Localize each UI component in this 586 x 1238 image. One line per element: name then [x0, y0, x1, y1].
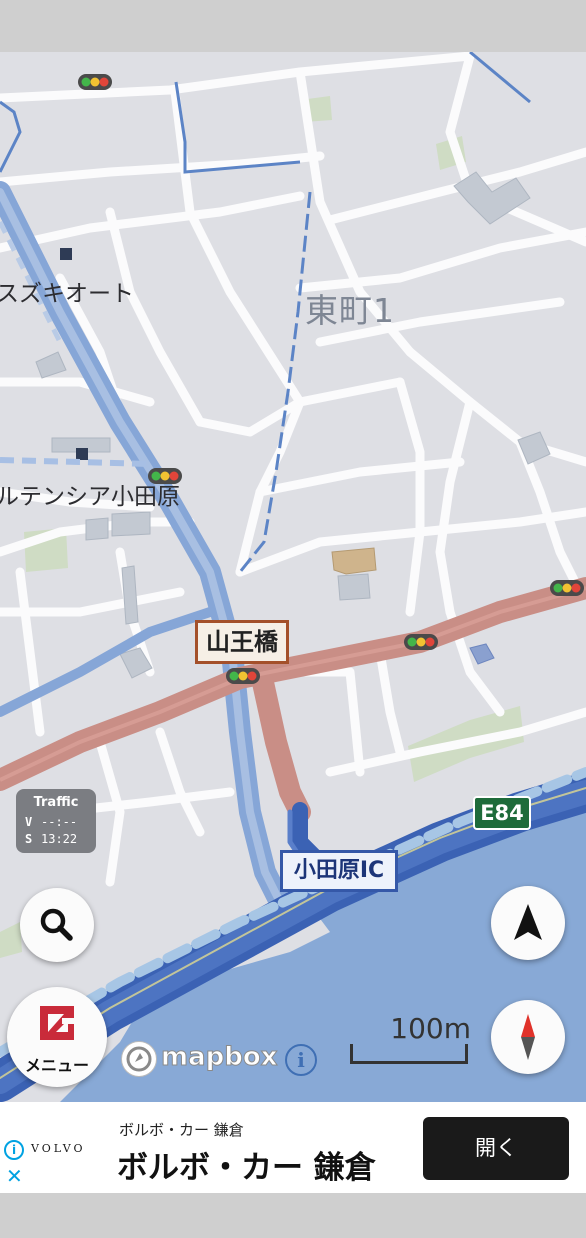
building	[111, 511, 151, 537]
navigation-arrow-icon	[514, 904, 542, 940]
scale-bar: 100m	[347, 1012, 471, 1072]
search-button[interactable]	[20, 888, 94, 962]
traffic-panel[interactable]: Traffic V --:-- S 13:22	[16, 789, 96, 853]
traffic-light-icon	[404, 634, 438, 650]
park-area	[0, 922, 22, 958]
local-road	[0, 377, 155, 407]
local-road	[295, 377, 405, 407]
major-road	[0, 577, 586, 791]
poi-label-hortensia[interactable]: ルテンシア小田原	[0, 477, 180, 511]
map-view[interactable]: 東町1 スズキオート ルテンシア小田原 山王橋 小田原IC E84 Traffi…	[0, 52, 586, 1102]
ad-headline: ボルボ・カー 鎌倉	[117, 1150, 376, 1186]
scale-label: 100m	[390, 1012, 471, 1045]
ad-info-icon[interactable]: i	[4, 1140, 24, 1160]
system-nav-bar	[0, 1193, 586, 1238]
traffic-s-value: 13:22	[41, 832, 78, 846]
building	[469, 643, 495, 665]
info-icon[interactable]: i	[285, 1044, 317, 1076]
ad-banner[interactable]: i ✕ VOLVO ボルボ・カー 鎌倉 ボルボ・カー 鎌倉 開く	[0, 1102, 586, 1193]
secondary-road	[0, 457, 151, 467]
menu-label: メニュー	[24, 1056, 89, 1075]
ad-brand-wordmark: VOLVO	[31, 1142, 86, 1155]
local-road	[295, 667, 365, 777]
mapbox-wordmark: mapbox	[161, 1042, 278, 1073]
mapbox-logo-icon	[121, 1041, 157, 1077]
local-road	[0, 52, 475, 103]
building	[85, 517, 109, 541]
local-road	[0, 191, 305, 253]
local-road	[95, 737, 125, 887]
building	[121, 565, 139, 625]
poi-marker	[76, 448, 88, 460]
traffic-s-row: S 13:22	[25, 832, 77, 846]
local-road	[255, 457, 465, 497]
status-bar	[0, 0, 586, 52]
local-road	[0, 151, 325, 187]
bridge-label: 山王橋	[195, 620, 289, 664]
stream	[469, 52, 531, 104]
ad-small-text: ボルボ・カー 鎌倉	[119, 1121, 244, 1139]
local-road	[155, 727, 205, 837]
traffic-v-value: --:--	[41, 815, 78, 829]
traffic-v-row: V --:--	[25, 815, 77, 829]
search-icon	[40, 908, 73, 941]
local-road	[170, 87, 305, 407]
local-road	[395, 377, 425, 617]
navigation-button[interactable]	[491, 886, 565, 960]
scale-ruler	[350, 1044, 468, 1064]
compass-icon	[521, 1014, 535, 1060]
major-road	[251, 667, 311, 823]
local-road	[445, 52, 586, 247]
compass-button[interactable]	[491, 1000, 565, 1074]
building	[337, 573, 371, 601]
poi-marker	[60, 248, 72, 260]
traffic-light-icon	[550, 580, 584, 596]
stream	[0, 100, 22, 173]
landmark-building	[331, 547, 377, 575]
traffic-s-label: S	[25, 832, 33, 846]
app-logo-icon	[40, 1006, 74, 1040]
interchange-label: 小田原IC	[280, 850, 398, 892]
district-label: 東町1	[305, 291, 395, 330]
traffic-v-label: V	[25, 815, 33, 829]
building	[35, 351, 67, 379]
traffic-title: Traffic	[33, 795, 79, 810]
local-road	[435, 397, 475, 617]
menu-button[interactable]: メニュー	[7, 987, 107, 1087]
traffic-light-icon	[78, 74, 112, 90]
local-road	[375, 647, 405, 757]
ad-open-button[interactable]: 開く	[423, 1117, 569, 1180]
route-shield: E84	[473, 796, 531, 830]
poi-label-suzuki[interactable]: スズキオート	[0, 274, 134, 308]
local-road	[15, 567, 45, 737]
traffic-light-icon	[226, 668, 260, 684]
ad-close-icon[interactable]: ✕	[6, 1166, 23, 1186]
local-road	[405, 347, 586, 467]
